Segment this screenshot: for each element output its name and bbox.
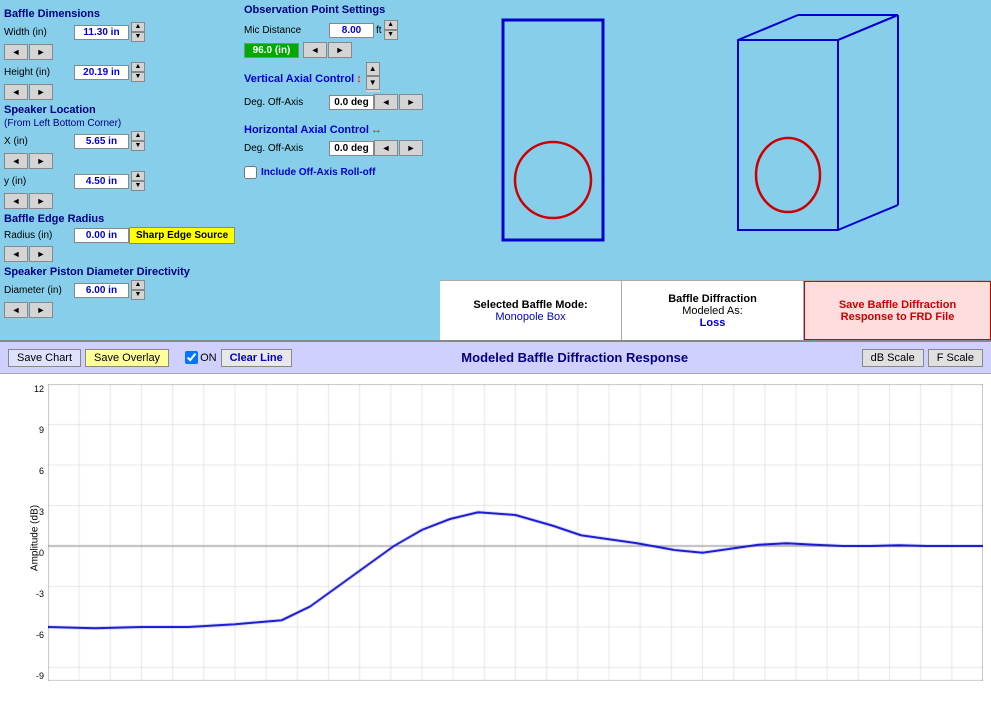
height-label: Height (in) — [4, 67, 74, 78]
diameter-right-arrow[interactable]: ► — [29, 302, 53, 318]
save-chart-btn[interactable]: Save Chart — [8, 349, 81, 367]
y-down-btn[interactable]: ▼ — [131, 181, 145, 191]
mic-distance-inches: 96.0 (in) — [244, 43, 299, 58]
y-right-arrow[interactable]: ► — [29, 193, 53, 209]
baffle-edge-title: Baffle Edge Radius — [4, 213, 236, 225]
vertical-right-arrow[interactable]: ► — [399, 94, 423, 110]
mic-distance-unit: ft — [376, 25, 382, 36]
mic-distance-value[interactable]: 8.00 — [329, 23, 374, 38]
width-label: Width (in) — [4, 27, 74, 38]
speaker-piston-title: Speaker Piston Diameter Directivity — [4, 266, 236, 278]
horizontal-deg-label: Deg. Off-Axis — [244, 143, 329, 154]
x-label: X (in) — [4, 136, 74, 147]
height-down-btn[interactable]: ▼ — [131, 72, 145, 82]
db-scale-btn[interactable]: dB Scale — [862, 349, 924, 367]
baffle-3d-view — [718, 10, 938, 260]
radius-right-arrow[interactable]: ► — [29, 246, 53, 262]
baffle-diffraction-box: Baffle Diffraction Modeled As: Loss — [622, 281, 804, 340]
save-overlay-btn[interactable]: Save Overlay — [85, 349, 169, 367]
diameter-left-arrow[interactable]: ◄ — [4, 302, 28, 318]
obs-left-arrow[interactable]: ◄ — [303, 42, 327, 58]
y-tick-n3: -3 — [14, 589, 44, 599]
obs-right-arrow[interactable]: ► — [328, 42, 352, 58]
x-down-btn[interactable]: ▼ — [131, 141, 145, 151]
mic-dist-down-btn[interactable]: ▼ — [384, 30, 398, 40]
mic-dist-up-btn[interactable]: ▲ — [384, 20, 398, 30]
baffle-front-view — [493, 10, 613, 260]
diameter-value[interactable]: 6.00 in — [74, 283, 129, 298]
radius-value[interactable]: 0.00 in — [74, 228, 129, 243]
y-tick-12: 12 — [14, 384, 44, 394]
y-left-arrow[interactable]: ◄ — [4, 193, 28, 209]
y-tick-9: 9 — [14, 425, 44, 435]
width-up-btn[interactable]: ▲ — [131, 22, 145, 32]
vertical-deg-value[interactable]: 0.0 deg — [329, 95, 374, 110]
width-value[interactable]: 11.30 in — [74, 25, 129, 40]
diameter-down-btn[interactable]: ▼ — [131, 290, 145, 300]
on-label: ON — [200, 352, 217, 364]
chart-title: Modeled Baffle Diffraction Response — [292, 350, 858, 365]
offaxis-checkbox[interactable] — [244, 166, 257, 179]
save-frd-btn[interactable]: Save Baffle Diffraction Response to FRD … — [804, 281, 991, 340]
y-value[interactable]: 4.50 in — [74, 174, 129, 189]
height-right-arrow[interactable]: ► — [29, 84, 53, 100]
horizontal-axial-title: Horizontal Axial Control ↔ — [244, 124, 382, 136]
y-tick-3: 3 — [14, 507, 44, 517]
width-down-btn[interactable]: ▼ — [131, 32, 145, 42]
radius-left-arrow[interactable]: ◄ — [4, 246, 28, 262]
x-right-arrow[interactable]: ► — [29, 153, 53, 169]
clear-line-btn[interactable]: Clear Line — [221, 349, 292, 367]
y-tick-n9: -9 — [14, 671, 44, 681]
height-left-arrow[interactable]: ◄ — [4, 84, 28, 100]
height-value[interactable]: 20.19 in — [74, 65, 129, 80]
diameter-label: Diameter (in) — [4, 285, 74, 296]
vertical-scroll-up[interactable]: ▲ — [366, 62, 380, 76]
speaker-location-title: Speaker Location — [4, 104, 236, 116]
vertical-left-arrow[interactable]: ◄ — [374, 94, 398, 110]
modeled-value: Loss — [700, 317, 726, 329]
y-label: y (in) — [4, 176, 74, 187]
width-left-arrow[interactable]: ◄ — [4, 44, 28, 60]
x-up-btn[interactable]: ▲ — [131, 131, 145, 141]
selected-baffle-mode-label: Selected Baffle Mode: — [473, 299, 587, 311]
vertical-deg-label: Deg. Off-Axis — [244, 97, 329, 108]
y-tick-n6: -6 — [14, 630, 44, 640]
width-right-arrow[interactable]: ► — [29, 44, 53, 60]
baffle-mode-box: Selected Baffle Mode: Monopole Box — [440, 281, 622, 340]
vertical-axial-title: Vertical Axial Control ↕ — [244, 73, 362, 85]
x-left-arrow[interactable]: ◄ — [4, 153, 28, 169]
chart-canvas — [48, 384, 983, 681]
y-tick-6: 6 — [14, 466, 44, 476]
mic-distance-label: Mic Distance — [244, 25, 329, 36]
offaxis-label: Include Off-Axis Roll-off — [261, 167, 375, 178]
overlay-checkbox[interactable] — [185, 351, 198, 364]
baffle-dimensions-title: Baffle Dimensions — [4, 8, 236, 20]
radius-label: Radius (in) — [4, 230, 74, 241]
height-up-btn[interactable]: ▲ — [131, 62, 145, 72]
horizontal-left-arrow[interactable]: ◄ — [374, 140, 398, 156]
diffraction-label: Baffle Diffraction — [668, 293, 757, 305]
horizontal-right-arrow[interactable]: ► — [399, 140, 423, 156]
horizontal-deg-value[interactable]: 0.0 deg — [329, 141, 374, 156]
f-scale-btn[interactable]: F Scale — [928, 349, 983, 367]
vertical-scroll-down[interactable]: ▼ — [366, 76, 380, 90]
y-up-btn[interactable]: ▲ — [131, 171, 145, 181]
modeled-label: Modeled As: — [682, 305, 743, 317]
x-value[interactable]: 5.65 in — [74, 134, 129, 149]
baffle-mode-value: Monopole Box — [495, 311, 565, 323]
diameter-up-btn[interactable]: ▲ — [131, 280, 145, 290]
speaker-location-subtitle: (From Left Bottom Corner) — [4, 118, 236, 129]
y-tick-0: 0 — [14, 548, 44, 558]
observation-title: Observation Point Settings — [244, 4, 436, 16]
sharp-edge-btn[interactable]: Sharp Edge Source — [129, 227, 235, 244]
